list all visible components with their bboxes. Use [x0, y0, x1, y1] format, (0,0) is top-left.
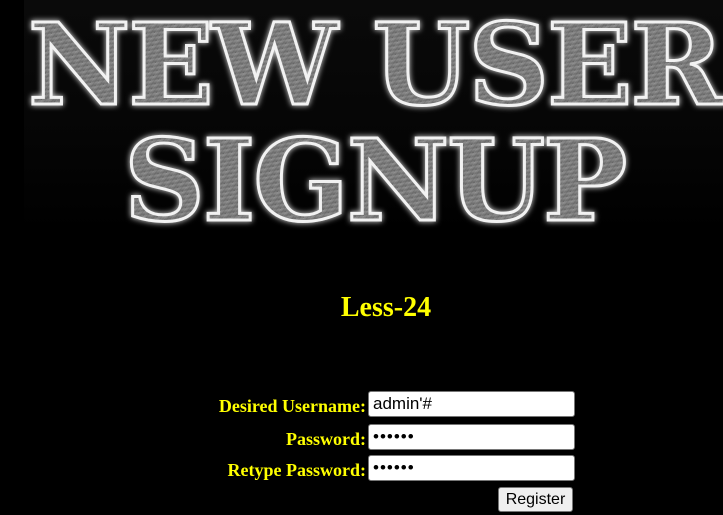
retype-password-label: Retype Password: — [227, 460, 366, 480]
signup-page: NEW USER SIGNUP Less-24 Desired Username… — [0, 0, 723, 515]
username-label: Desired Username: — [218, 396, 366, 416]
password-row: Password: — [150, 424, 580, 452]
new-user-signup-banner: NEW USER SIGNUP — [24, 0, 723, 233]
lesson-title: Less-24 — [340, 292, 432, 323]
banner-graphic: NEW USER SIGNUP — [27, 0, 723, 233]
register-button[interactable]: Register — [498, 487, 573, 512]
retype-password-input[interactable] — [368, 455, 575, 481]
banner-line2-text: SIGNUP — [124, 116, 625, 233]
password-label: Password: — [286, 429, 366, 449]
username-input[interactable] — [368, 391, 575, 417]
username-row: Desired Username: — [150, 391, 580, 419]
retype-password-row: Retype Password: — [150, 455, 580, 483]
password-input[interactable] — [368, 424, 575, 450]
banner-line1-text: NEW USER — [28, 0, 723, 131]
